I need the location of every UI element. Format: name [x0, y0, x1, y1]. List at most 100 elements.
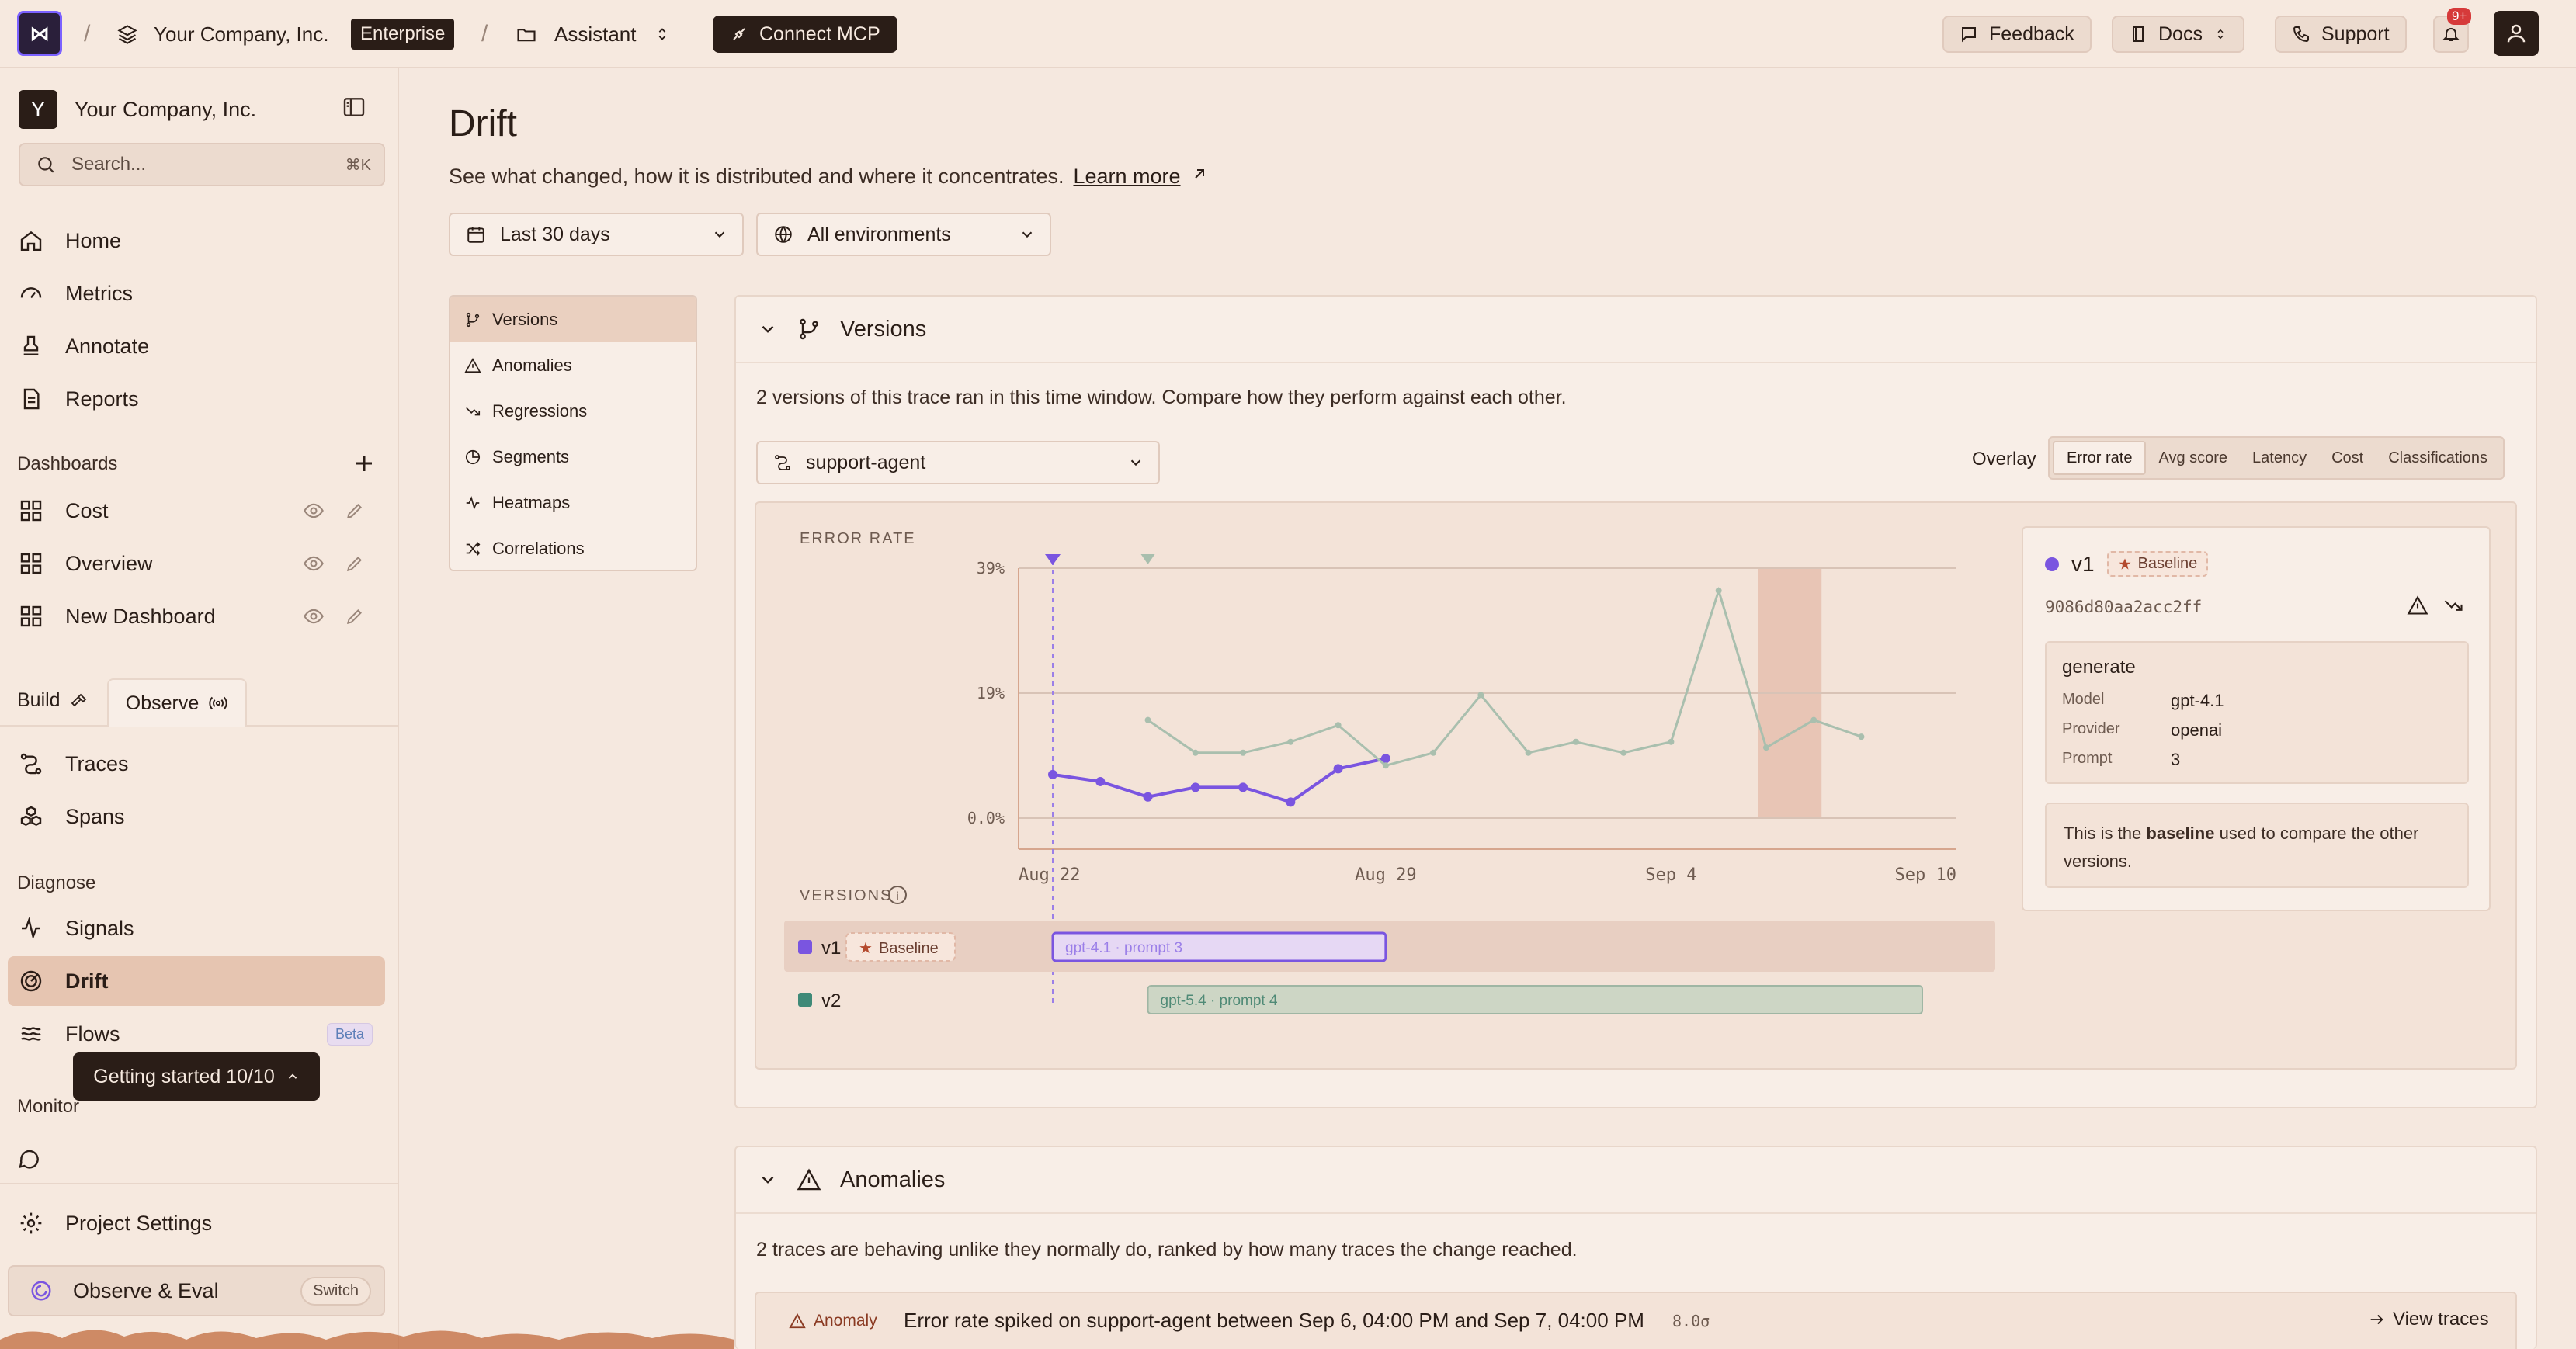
- data-point-v1: [1333, 764, 1343, 774]
- eye-icon[interactable]: [303, 553, 325, 574]
- subnav-segments[interactable]: Segments: [450, 434, 696, 480]
- waves-icon: [21, 1027, 41, 1041]
- learn-more-link[interactable]: Learn more: [1073, 165, 1180, 189]
- app-logo[interactable]: ⋈: [17, 11, 62, 56]
- sidebar-item-traces[interactable]: Traces: [8, 739, 385, 789]
- dashboard-item-new-dashboard[interactable]: New Dashboard: [8, 591, 385, 641]
- project-selector[interactable]: Assistant: [516, 0, 671, 68]
- versions-description: 2 versions of this trace ran in this tim…: [756, 387, 1567, 408]
- data-point-v1: [1095, 776, 1106, 786]
- page-title: Drift: [449, 103, 517, 144]
- sidebar-item-annotate[interactable]: Annotate: [8, 321, 385, 371]
- sidebar-item-home[interactable]: Home: [8, 216, 385, 265]
- subnav-regressions[interactable]: Regressions: [450, 388, 696, 434]
- chevron-down-icon[interactable]: [758, 319, 778, 339]
- breadcrumb-separator: /: [481, 21, 488, 47]
- layers-icon: [117, 25, 137, 44]
- search-placeholder: Search...: [71, 154, 147, 175]
- breadcrumb-company[interactable]: Your Company, Inc.: [116, 0, 328, 68]
- version-bar-label-v2: gpt-5.4 · prompt 4: [1161, 993, 1278, 1009]
- view-traces-link[interactable]: View traces: [2368, 1309, 2489, 1330]
- overlay-option-error-rate[interactable]: Error rate: [2053, 441, 2147, 475]
- sidebar-item-reports[interactable]: Reports: [8, 374, 385, 424]
- sidebar-item-flows[interactable]: Flows Beta: [8, 1009, 385, 1059]
- warning-icon: [789, 1313, 806, 1329]
- overlay-option-classifications[interactable]: Classifications: [2376, 441, 2500, 475]
- anomaly-row[interactable]: Anomaly Error rate spiked on support-age…: [755, 1292, 2517, 1349]
- phone-icon: [2293, 26, 2309, 43]
- warning-icon[interactable]: [2407, 595, 2428, 616]
- home-icon: [20, 231, 42, 251]
- chevron-down-icon[interactable]: [758, 1170, 778, 1190]
- data-point-v2: [1144, 716, 1151, 723]
- sidebar-item-drift[interactable]: Drift: [8, 956, 385, 1006]
- docs-button[interactable]: Docs: [2112, 16, 2244, 53]
- plan-badge: Enterprise: [351, 19, 455, 50]
- prompt-row: Prompt 3: [2062, 750, 2181, 769]
- data-point-v2: [1858, 733, 1865, 740]
- agent-select[interactable]: support-agent: [756, 441, 1160, 484]
- baseline-star: ★: [859, 938, 873, 957]
- sidebar-item-spans[interactable]: Spans: [8, 792, 385, 841]
- boxes-icon: [20, 806, 42, 827]
- dashboard-item-overview[interactable]: Overview: [8, 539, 385, 588]
- sidebar-item-metrics[interactable]: Metrics: [8, 269, 385, 318]
- data-point-v2: [1430, 749, 1437, 756]
- sidebar-item-project-settings[interactable]: Project Settings: [8, 1198, 385, 1248]
- anomaly-sigma: 8.0σ: [1672, 1312, 1710, 1330]
- getting-started-button[interactable]: Getting started 10/10: [73, 1052, 320, 1101]
- dashboard-grid-icon: [20, 553, 42, 574]
- subnav-heatmaps[interactable]: Heatmaps: [450, 480, 696, 525]
- chat-icon[interactable]: [17, 1147, 42, 1172]
- feedback-button[interactable]: Feedback: [1942, 16, 2092, 53]
- subnav-anomalies[interactable]: Anomalies: [450, 342, 696, 388]
- top-bar: ⋈ / Your Company, Inc. Enterprise / Assi…: [0, 0, 2576, 68]
- sidebar: Y Your Company, Inc. Search... ⌘K Home M…: [0, 68, 399, 1349]
- git-branch-icon: [466, 312, 480, 327]
- radar-icon: [20, 970, 42, 992]
- baseline-badge: Baseline: [2106, 551, 2209, 577]
- pencil-icon[interactable]: [345, 501, 365, 521]
- dashboard-item-cost[interactable]: Cost: [8, 486, 385, 536]
- eye-icon[interactable]: [303, 500, 325, 522]
- provider-row: Provider openai: [2062, 720, 2223, 740]
- eye-icon[interactable]: [303, 605, 325, 627]
- pencil-icon[interactable]: [345, 553, 365, 574]
- sidebar-item-signals[interactable]: Signals: [8, 903, 385, 953]
- environment-select[interactable]: All environments: [756, 213, 1051, 256]
- overlay-segmented-control: Error rate Avg score Latency Cost Classi…: [2048, 436, 2505, 480]
- tab-observe[interactable]: Observe: [107, 678, 247, 727]
- tab-build[interactable]: Build: [17, 689, 89, 712]
- x-tick-label: Sep 4: [1645, 865, 1696, 885]
- shuffle-icon: [466, 541, 481, 556]
- anomalies-card-header[interactable]: Anomalies: [736, 1147, 2536, 1214]
- overlay-option-cost[interactable]: Cost: [2319, 441, 2376, 475]
- subnav-versions[interactable]: Versions: [450, 297, 696, 342]
- user-avatar[interactable]: [2494, 11, 2539, 56]
- add-dashboard-icon[interactable]: [352, 452, 376, 475]
- overlay-option-latency[interactable]: Latency: [2240, 441, 2319, 475]
- support-button[interactable]: Support: [2275, 16, 2407, 53]
- switch-workspace-button[interactable]: Switch: [300, 1276, 371, 1306]
- dashboard-grid-icon: [20, 605, 42, 627]
- trend-down-icon[interactable]: [2442, 595, 2464, 616]
- data-point-v2: [1668, 738, 1675, 745]
- page-subtitle: See what changed, how it is distributed …: [449, 165, 1209, 189]
- collapse-sidebar-button[interactable]: [342, 95, 366, 123]
- message-icon: [1962, 27, 1976, 43]
- versions-card-header[interactable]: Versions: [736, 297, 2536, 363]
- workspace-header[interactable]: Y Your Company, Inc.: [19, 90, 256, 129]
- overlay-option-avg-score[interactable]: Avg score: [2146, 441, 2240, 475]
- company-name: Your Company, Inc.: [154, 22, 329, 46]
- connect-mcp-button[interactable]: Connect MCP: [713, 16, 897, 53]
- chart-y-axis-label: ERROR RATE: [800, 530, 916, 547]
- search-input[interactable]: Search... ⌘K: [19, 143, 385, 186]
- date-range-select[interactable]: Last 30 days: [449, 213, 744, 256]
- subnav-correlations[interactable]: Correlations: [450, 525, 696, 570]
- broadcast-icon: [209, 696, 227, 710]
- pencil-icon[interactable]: [345, 606, 365, 626]
- data-point-v2: [1477, 692, 1484, 699]
- version-hash: 9086d80aa2acc2ff: [2045, 598, 2203, 616]
- version-label-v2: v2: [821, 990, 841, 1011]
- model-row: Model gpt-4.1: [2062, 691, 2224, 710]
